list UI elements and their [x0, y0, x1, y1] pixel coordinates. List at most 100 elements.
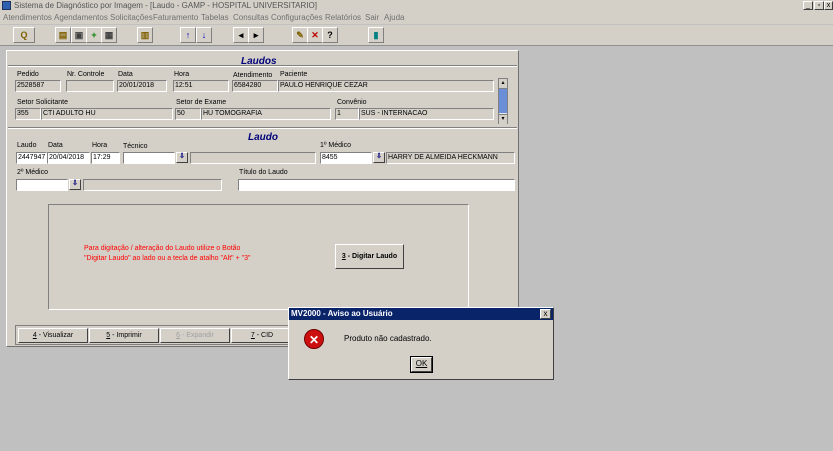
- close-window-button[interactable]: x: [824, 1, 833, 10]
- setor-exame-label: Setor de Exame: [176, 99, 227, 106]
- laudo-hora-label: Hora: [92, 142, 108, 149]
- previous-record-icon[interactable]: ◂: [233, 27, 249, 43]
- menu-faturamento[interactable]: Faturamento: [153, 13, 198, 22]
- cid-button[interactable]: 7 - CID: [231, 328, 293, 343]
- laudo-number-field[interactable]: 2447947: [16, 152, 47, 164]
- delete-icon[interactable]: ✕: [307, 27, 323, 43]
- medico1-code-field[interactable]: 8455: [320, 152, 372, 164]
- laudo-data-field[interactable]: 20/04/2018: [47, 152, 90, 164]
- error-icon: ✕: [304, 329, 324, 349]
- save-icon[interactable]: ▣: [71, 27, 87, 43]
- setor-exame-name: HU TOMOGRAFIA: [201, 108, 331, 120]
- laudo-label: Laudo: [17, 142, 37, 149]
- dialog-close-button[interactable]: x: [540, 309, 551, 319]
- tecnico-name-field: [190, 152, 316, 164]
- laudo-data-label: Data: [48, 142, 63, 149]
- bottom-button-bar: 4 - Visualizar 5 - Imprimir 6 - Expandir…: [15, 325, 295, 345]
- menu-consultas[interactable]: Consultas: [233, 13, 269, 22]
- nr-controle-label: Nr. Controle: [67, 71, 105, 78]
- convenio-label: Convênio: [337, 99, 367, 106]
- tecnico-code-field[interactable]: [123, 152, 175, 164]
- convenio-name: SUS - INTERNACAO: [359, 108, 494, 120]
- arrow-down-icon[interactable]: ↓: [196, 27, 212, 43]
- query-icon[interactable]: Q: [13, 27, 35, 43]
- info-line-2: "Digitar Laudo" ao lado ou a tecla de at…: [84, 255, 251, 262]
- dialog-title-bar: MV2000 - Aviso ao Usuário x: [289, 308, 553, 320]
- medico2-name-field: [83, 179, 222, 191]
- exit-door-icon[interactable]: ▮: [368, 27, 384, 43]
- menu-configuracoes[interactable]: Configurações: [271, 13, 323, 22]
- arrow-up-icon[interactable]: ↑: [180, 27, 196, 43]
- scroll-down-icon[interactable]: ▾: [499, 114, 507, 124]
- laudo-section-title: Laudo: [248, 132, 278, 143]
- add-icon[interactable]: +: [86, 27, 102, 43]
- scroll-thumb[interactable]: [499, 89, 507, 113]
- data-label: Data: [118, 71, 133, 78]
- titulo-label: Título do Laudo: [239, 169, 288, 176]
- paciente-field[interactable]: PAULO HENRIQUE CEZAR: [278, 80, 494, 92]
- visualizar-text: - Visualizar: [36, 332, 74, 339]
- dialog-message: Produto não cadastrado.: [344, 334, 432, 343]
- help-icon[interactable]: ?: [322, 27, 338, 43]
- atendimento-field[interactable]: 6584280: [232, 80, 278, 92]
- edit-icon[interactable]: ▤: [55, 27, 71, 43]
- imprimir-text: - Imprimir: [110, 332, 142, 339]
- expandir-text: - Expandir: [180, 332, 214, 339]
- minimize-button[interactable]: _: [803, 1, 813, 10]
- window-title: Sistema de Diagnóstico por Imagem - [Lau…: [14, 1, 317, 10]
- medico2-label: 2º Médico: [17, 169, 48, 176]
- dialog-title: MV2000 - Aviso ao Usuário: [291, 309, 393, 318]
- expandir-button[interactable]: 6 - Expandir: [160, 328, 230, 343]
- pedido-label: Pedido: [17, 71, 39, 78]
- pedido-field[interactable]: 2528587: [15, 80, 61, 92]
- digitar-laudo-text: - Digitar Laudo: [345, 253, 398, 260]
- imprimir-button[interactable]: 5 - Imprimir: [89, 328, 159, 343]
- hora-label: Hora: [174, 71, 190, 78]
- medico2-code-field[interactable]: [16, 179, 68, 191]
- medico1-label: 1º Médico: [320, 142, 351, 149]
- dialog-ok-button[interactable]: OK: [410, 356, 433, 373]
- laudo-hora-field[interactable]: 17:29: [91, 152, 120, 164]
- menu-solicitacoes[interactable]: Solicitações: [110, 13, 153, 22]
- setor-exame-code[interactable]: 50: [175, 108, 201, 120]
- digitar-laudo-button[interactable]: 3 - Digitar Laudo: [335, 244, 404, 269]
- menu-relatorios[interactable]: Relatórios: [325, 13, 361, 22]
- pencil-icon[interactable]: ✎: [292, 27, 308, 43]
- laudos-scrollbar[interactable]: ▴ ▾: [498, 78, 508, 124]
- info-line-1: Para digitação / alteração do Laudo util…: [84, 245, 241, 252]
- medico2-lov-icon[interactable]: ⇩: [69, 179, 81, 190]
- paciente-label: Paciente: [280, 71, 308, 78]
- convenio-code[interactable]: 1: [335, 108, 359, 120]
- scroll-up-icon[interactable]: ▴: [499, 79, 507, 89]
- app-icon: [2, 1, 11, 10]
- medico1-lov-icon[interactable]: ⇩: [373, 152, 385, 163]
- divider: [8, 127, 517, 129]
- atendimento-label: Atendimento: [233, 72, 273, 79]
- menu-sair[interactable]: Sair: [365, 13, 379, 22]
- setor-solicitante-label: Setor Solicitante: [17, 99, 68, 106]
- divider: [8, 65, 517, 67]
- tecnico-lov-icon[interactable]: ⇩: [176, 152, 188, 163]
- laudo-form-panel: Laudos Pedido 2528587 Nr. Controle Data …: [6, 50, 519, 347]
- laudo-text-box: Para digitação / alteração do Laudo util…: [48, 204, 469, 310]
- tecnico-label: Técnico: [123, 143, 148, 150]
- nr-controle-field[interactable]: [66, 80, 114, 92]
- toolbar: Q ▤ ▣ + ▦ ▥ ↑ ↓ ◂ ▸ ✎ ✕ ? ▮: [0, 25, 833, 46]
- menu-ajuda[interactable]: Ajuda: [384, 13, 404, 22]
- setor-solicitante-name: CTI ADULTO HU: [41, 108, 173, 120]
- menu-tabelas[interactable]: Tabelas: [201, 13, 229, 22]
- visualizar-button[interactable]: 4 - Visualizar: [18, 328, 88, 343]
- menu-atendimentos[interactable]: Atendimentos: [3, 13, 52, 22]
- dialog-ok-label: OK: [415, 359, 428, 368]
- menu-agendamentos[interactable]: Agendamentos: [54, 13, 108, 22]
- titulo-field[interactable]: [238, 179, 515, 191]
- menu-bar: Atendimentos Agendamentos Solicitações F…: [0, 12, 833, 24]
- setor-solicitante-code[interactable]: 355: [15, 108, 41, 120]
- clear-icon[interactable]: ▥: [137, 27, 153, 43]
- hora-field[interactable]: 12:51: [173, 80, 229, 92]
- next-record-icon[interactable]: ▸: [248, 27, 264, 43]
- cid-text: - CID: [254, 332, 274, 339]
- restore-button[interactable]: ▫: [814, 1, 824, 10]
- data-field[interactable]: 20/01/2018: [117, 80, 167, 92]
- print-icon[interactable]: ▦: [101, 27, 117, 43]
